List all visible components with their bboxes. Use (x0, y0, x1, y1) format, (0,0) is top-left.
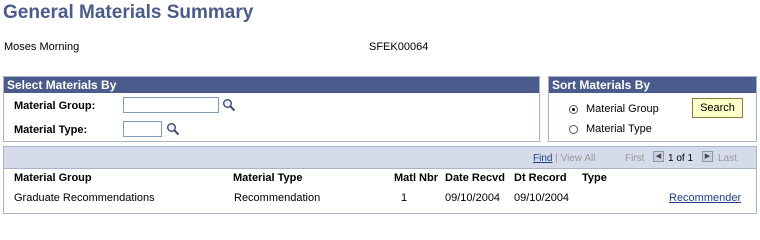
col-header-material-group: Material Group (14, 172, 92, 184)
nav-separator: | (555, 153, 558, 164)
col-header-type: Type (582, 172, 607, 184)
material-group-label: Material Group: (14, 100, 96, 112)
row-date-recvd: 09/10/2004 (445, 192, 501, 204)
col-header-matl-nbr: Matl Nbr (394, 172, 438, 184)
sort-material-group-label: Material Group (586, 103, 659, 115)
sort-material-type-radio[interactable] (569, 125, 578, 134)
sort-materials-header: Sort Materials By (549, 77, 756, 93)
materials-grid: Find | View All First ◀ 1 of 1 ▶ Last Ma… (3, 146, 757, 214)
sort-materials-panel: Sort Materials By Material Group Materia… (548, 76, 757, 142)
last-link[interactable]: Last (718, 153, 737, 164)
row-material-group: Graduate Recommendations (14, 192, 155, 204)
sort-material-type-label: Material Type (586, 123, 652, 135)
row-range: 1 of 1 (668, 153, 694, 164)
prev-arrow-icon[interactable]: ◀ (653, 151, 664, 162)
material-type-label: Material Type: (14, 124, 88, 136)
material-group-lookup-icon[interactable] (222, 98, 236, 112)
select-materials-panel: Select Materials By Material Group: Mate… (3, 76, 540, 142)
page-title: General Materials Summary (3, 2, 254, 23)
recommender-link[interactable]: Recommender (669, 192, 741, 204)
grid-nav-bar: Find | View All First ◀ 1 of 1 ▶ Last (4, 147, 756, 169)
first-link[interactable]: First (625, 153, 644, 164)
col-header-material-type: Material Type (233, 172, 303, 184)
find-link[interactable]: Find (533, 153, 552, 164)
person-name: Moses Morning (4, 41, 80, 53)
person-id: SFEK00064 (369, 41, 429, 53)
row-material-type: Recommendation (234, 192, 321, 204)
grid-nav: Find | View All (533, 153, 595, 164)
next-arrow-icon[interactable]: ▶ (702, 151, 713, 162)
col-header-dt-record: Dt Record (514, 172, 567, 184)
material-type-input[interactable] (123, 121, 162, 137)
material-group-input[interactable] (123, 97, 219, 113)
row-dt-record: 09/10/2004 (514, 192, 570, 204)
sort-material-group-radio[interactable] (569, 105, 578, 114)
material-type-lookup-icon[interactable] (166, 122, 180, 136)
table-row: Graduate Recommendations Recommendation … (4, 189, 756, 209)
row-matl-nbr: 1 (401, 192, 408, 204)
select-materials-header: Select Materials By (4, 77, 539, 93)
search-button[interactable]: Search (692, 98, 743, 118)
view-all-link[interactable]: View All (561, 153, 596, 164)
col-header-date-recvd: Date Recvd (445, 172, 505, 184)
